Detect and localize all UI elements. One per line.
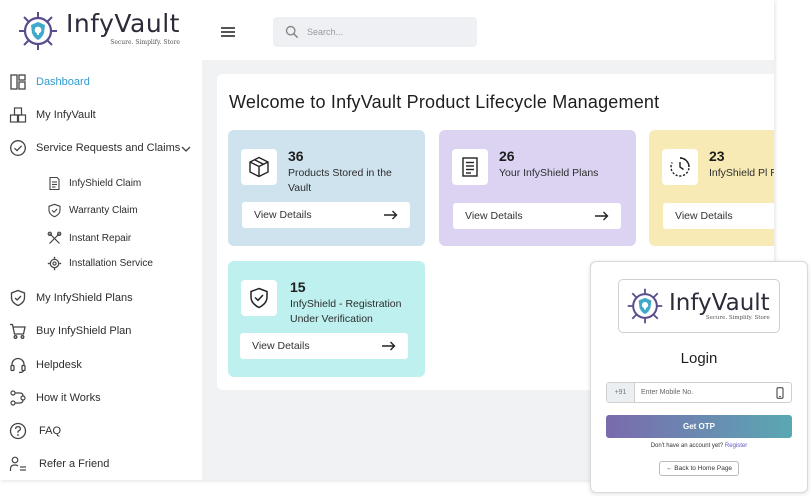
sidebar-subitem-warranty-claim[interactable]: Warranty Claim (46, 201, 138, 219)
question-icon (8, 421, 28, 441)
box-icon (241, 149, 277, 185)
sidebar-subitem-label: Instant Repair (69, 232, 132, 244)
shield-icon (46, 202, 62, 218)
stat-description: InfyShield - Registration Under Verifica… (290, 298, 402, 325)
button-label: View Details (254, 209, 312, 221)
clock-icon (662, 149, 698, 185)
sidebar-item-label: Refer a Friend (39, 458, 110, 470)
gear-icon (46, 255, 62, 271)
dashboard-icon (8, 72, 28, 92)
sidebar-subitem-label: Warranty Claim (69, 204, 138, 216)
sidebar-item-my-infyshield-plans[interactable]: My InfyShield Plans (8, 287, 133, 309)
register-prompt-text: Don't have an account yet? (650, 443, 724, 449)
sidebar-item-how-it-works[interactable]: How it Works (8, 387, 101, 409)
login-title: Login (680, 350, 718, 367)
boxes-icon (8, 105, 28, 125)
stat-count: 26 (499, 148, 515, 164)
search-icon (285, 25, 299, 39)
list-document-icon (452, 149, 488, 185)
mobile-input[interactable]: Enter Mobile No. (641, 389, 775, 396)
search-input[interactable]: Search... (307, 27, 343, 37)
stat-card-infyshield-plans: 26 Your InfyShield Plans View Details (439, 130, 636, 246)
button-label: View Details (675, 210, 733, 222)
sidebar-item-helpdesk[interactable]: Helpdesk (8, 354, 82, 376)
sidebar-subitem-label: Installation Service (69, 257, 153, 269)
sidebar-item-label: My InfyShield Plans (36, 292, 133, 304)
arrow-right-icon (595, 211, 609, 221)
sidebar-item-label: My InfyVault (36, 109, 96, 121)
brand-name: InfyVault (66, 9, 180, 38)
menu-toggle-icon[interactable] (221, 27, 235, 37)
logo-mark-icon (19, 12, 57, 50)
register-prompt: Don't have an account yet? Register (591, 443, 807, 449)
login-brand-logo: InfyVault Secure. Simplify. Store (618, 279, 780, 333)
tools-icon (46, 230, 62, 246)
stat-description: InfyShield Pl Registration (709, 167, 774, 179)
country-code: +91 (607, 383, 635, 402)
stat-count: 23 (709, 148, 725, 164)
view-details-button[interactable]: View Details (240, 333, 408, 359)
logo-mark-icon (627, 288, 663, 324)
sidebar-item-my-infyvault[interactable]: My InfyVault (8, 104, 96, 126)
page-title: Welcome to InfyVault Product Lifecycle M… (229, 92, 660, 112)
sidebar-subitem-label: InfyShield Claim (69, 177, 142, 189)
view-details-button[interactable]: View Details (663, 203, 774, 229)
stat-description: Your InfyShield Plans (499, 167, 599, 179)
sidebar-item-buy-infyshield-plan[interactable]: Buy InfyShield Plan (8, 320, 131, 342)
sidebar-item-label: FAQ (39, 425, 62, 437)
arrow-right-icon (382, 341, 396, 351)
sidebar-item-service-requests[interactable]: Service Requests and Claims (8, 137, 180, 159)
sidebar-subitem-instant-repair[interactable]: Instant Repair (46, 229, 131, 247)
refer-icon (8, 454, 28, 474)
stat-count: 15 (290, 279, 306, 295)
sidebar-item-label: Buy InfyShield Plan (36, 325, 132, 337)
button-label: View Details (252, 340, 310, 352)
view-details-button[interactable]: View Details (453, 203, 621, 229)
sidebar-subitem-installation-service[interactable]: Installation Service (46, 254, 153, 272)
sidebar-item-label: Dashboard (36, 76, 90, 88)
brand-tagline: Secure. Simplify. Store (110, 39, 180, 46)
search-bar[interactable]: Search... (273, 17, 477, 47)
check-circle-icon (8, 138, 28, 158)
workflow-icon (8, 388, 28, 408)
phone-icon (776, 386, 784, 399)
sidebar-item-label: Service Requests and Claims (36, 142, 181, 154)
login-panel: InfyVault Secure. Simplify. Store Login … (590, 261, 808, 493)
sidebar-item-faq[interactable]: FAQ (8, 420, 61, 442)
stat-card-registration: 23 InfyShield Pl Registration View Detai… (649, 130, 774, 246)
stat-card-under-verification: 15 InfyShield - Registration Under Verif… (228, 261, 425, 377)
view-details-button[interactable]: View Details (242, 202, 410, 228)
get-otp-button[interactable]: Get OTP (606, 415, 792, 438)
document-icon (46, 175, 62, 191)
shield-check-icon (8, 288, 28, 308)
sidebar-item-label: Helpdesk (36, 359, 82, 371)
stat-description: Products Stored in the Vault (288, 167, 392, 194)
brand-name: InfyVault (669, 290, 770, 316)
mobile-number-field[interactable]: +91 Enter Mobile No. (606, 382, 792, 403)
sidebar-item-label: How it Works (36, 392, 101, 404)
shield-check-icon (241, 280, 277, 316)
headset-icon (8, 355, 28, 375)
back-to-home-button[interactable]: ← Back to Home Page (659, 461, 739, 476)
stat-card-products-stored: 36 Products Stored in the Vault View Det… (228, 130, 425, 246)
cart-icon (8, 321, 28, 341)
sidebar-subitem-infyshield-claim[interactable]: InfyShield Claim (46, 174, 141, 192)
button-label: View Details (465, 210, 523, 222)
top-bar: InfyVault Secure. Simplify. Store Search… (0, 0, 774, 60)
arrow-right-icon (384, 210, 398, 220)
brand-logo[interactable]: InfyVault Secure. Simplify. Store (16, 10, 180, 52)
register-link[interactable]: Register (725, 443, 747, 449)
chevron-down-icon[interactable] (181, 145, 191, 153)
stat-count: 36 (288, 148, 304, 164)
sidebar-item-refer-a-friend[interactable]: Refer a Friend (8, 453, 109, 475)
sidebar-item-dashboard[interactable]: Dashboard (8, 71, 90, 93)
